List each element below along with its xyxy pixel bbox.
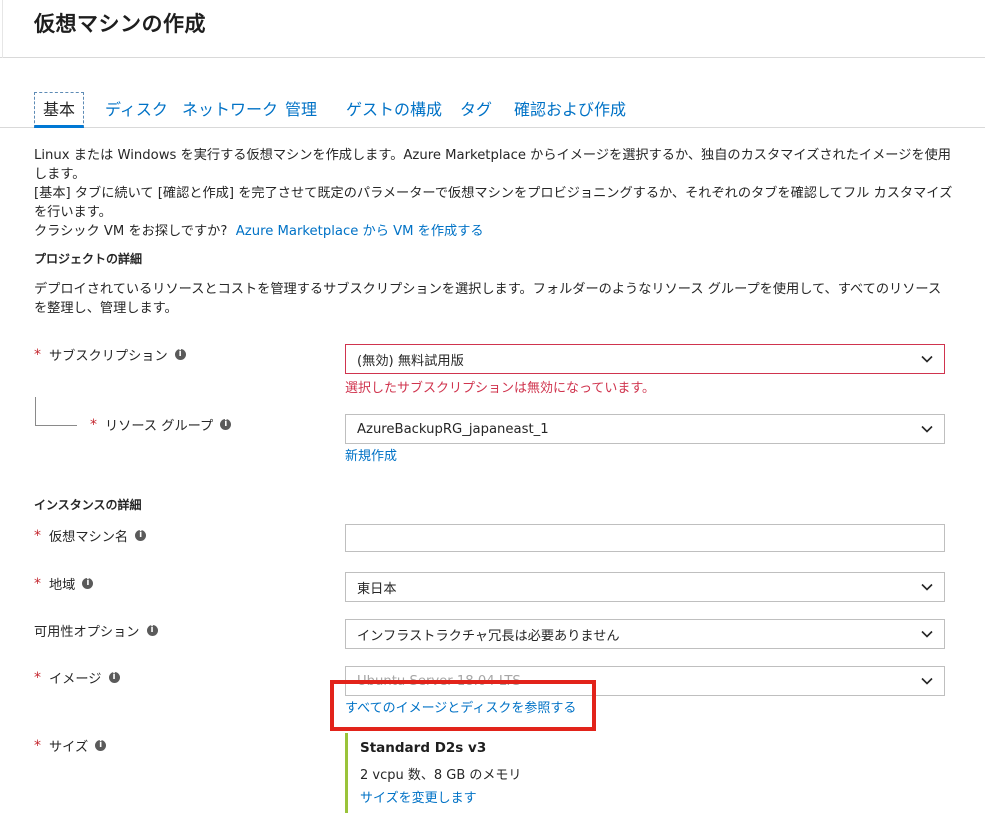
chevron-down-icon xyxy=(921,630,933,638)
subscription-select[interactable]: (無効) 無料試用版 xyxy=(345,344,945,374)
change-size-link[interactable]: サイズを変更します xyxy=(360,787,477,806)
size-summary: Standard D2s v3 2 vcpu 数、8 GB のメモリ サイズを変… xyxy=(345,733,521,813)
classic-vm-prompt: クラシック VM をお探しですか? xyxy=(34,224,228,239)
tab-review-create[interactable]: 確認および作成 xyxy=(514,96,626,120)
availability-value: インフラストラクチャ冗長は必要ありません xyxy=(357,628,620,644)
image-label-text: イメージ xyxy=(49,672,102,687)
region-select[interactable]: 東日本 xyxy=(345,572,945,602)
vm-name-label: * 仮想マシン名 i xyxy=(34,526,147,545)
chevron-down-icon xyxy=(921,425,933,433)
region-label-text: 地域 xyxy=(49,578,76,593)
instance-details-title: インスタンスの詳細 xyxy=(34,498,142,512)
info-icon[interactable]: i xyxy=(95,740,107,751)
tree-connector xyxy=(35,425,77,426)
size-label-text: サイズ xyxy=(49,740,89,755)
info-icon[interactable]: i xyxy=(174,349,186,360)
resource-group-value: AzureBackupRG_japaneast_1 xyxy=(357,421,549,437)
info-icon[interactable]: i xyxy=(220,419,232,430)
tab-bar: 基本 ディスク ネットワーク 管理 ゲストの構成 タグ 確認および作成 xyxy=(0,90,985,128)
page-header: 仮想マシンの作成 xyxy=(0,0,985,58)
image-label: * イメージ i xyxy=(34,668,120,687)
required-marker: * xyxy=(34,669,41,686)
subscription-value: (無効) 無料試用版 xyxy=(357,353,464,369)
intro-text: Linux または Windows を実行する仮想マシンを作成します。Azure… xyxy=(34,146,954,241)
tab-tags[interactable]: タグ xyxy=(460,96,492,120)
region-value: 東日本 xyxy=(357,581,397,597)
intro-line-1: Linux または Windows を実行する仮想マシンを作成します。Azure… xyxy=(34,148,951,182)
tab-networking[interactable]: ネットワーク xyxy=(182,96,278,120)
info-icon[interactable]: i xyxy=(146,625,158,636)
availability-label: 可用性オプション i xyxy=(34,621,158,640)
size-label: * サイズ i xyxy=(34,736,107,755)
subscription-label: * サブスクリプション i xyxy=(34,345,186,364)
resource-group-select[interactable]: AzureBackupRG_japaneast_1 xyxy=(345,414,945,444)
highlight-annotation xyxy=(330,680,596,731)
availability-select[interactable]: インフラストラクチャ冗長は必要ありません xyxy=(345,619,945,649)
info-icon[interactable]: i xyxy=(108,672,120,683)
subscription-error: 選択したサブスクリプションは無効になっています。 xyxy=(345,381,656,396)
tree-connector xyxy=(35,397,36,425)
project-details-description: デプロイされているリソースとコストを管理するサブスクリプションを選択します。フォ… xyxy=(34,282,942,316)
size-name: Standard D2s v3 xyxy=(360,740,487,756)
chevron-down-icon xyxy=(921,355,933,363)
project-details-title: プロジェクトの詳細 xyxy=(34,252,143,266)
subscription-label-text: サブスクリプション xyxy=(49,349,168,364)
header-divider xyxy=(2,0,3,58)
info-icon[interactable]: i xyxy=(82,578,94,589)
required-marker: * xyxy=(34,737,41,754)
vm-name-input[interactable] xyxy=(345,524,945,552)
resource-group-label: * リソース グループ i xyxy=(90,415,232,434)
page-title: 仮想マシンの作成 xyxy=(34,12,206,36)
intro-classic: クラシック VM をお探しですか? Azure Marketplace から V… xyxy=(34,222,954,241)
vm-name-label-text: 仮想マシン名 xyxy=(49,530,129,545)
region-label: * 地域 i xyxy=(34,574,94,593)
chevron-down-icon xyxy=(921,583,933,591)
info-icon[interactable]: i xyxy=(135,530,147,541)
intro-line-2: [基本] タブに続いて [確認と作成] を完了させて既定のパラメーターで仮想マシ… xyxy=(34,186,953,220)
tab-disks[interactable]: ディスク xyxy=(105,96,168,120)
classic-vm-link[interactable]: Azure Marketplace から VM を作成する xyxy=(236,224,484,239)
required-marker: * xyxy=(34,527,41,544)
size-spec: 2 vcpu 数、8 GB のメモリ xyxy=(360,768,522,783)
tab-basics[interactable]: 基本 xyxy=(34,92,85,128)
tab-management[interactable]: 管理 xyxy=(285,96,317,120)
required-marker: * xyxy=(34,575,41,592)
resource-group-label-text: リソース グループ xyxy=(105,419,214,434)
tab-guest-config[interactable]: ゲストの構成 xyxy=(346,96,442,120)
availability-label-text: 可用性オプション xyxy=(34,625,140,640)
required-marker: * xyxy=(90,416,97,433)
create-new-resource-group-link[interactable]: 新規作成 xyxy=(345,445,397,464)
chevron-down-icon xyxy=(921,677,933,685)
required-marker: * xyxy=(34,346,41,363)
